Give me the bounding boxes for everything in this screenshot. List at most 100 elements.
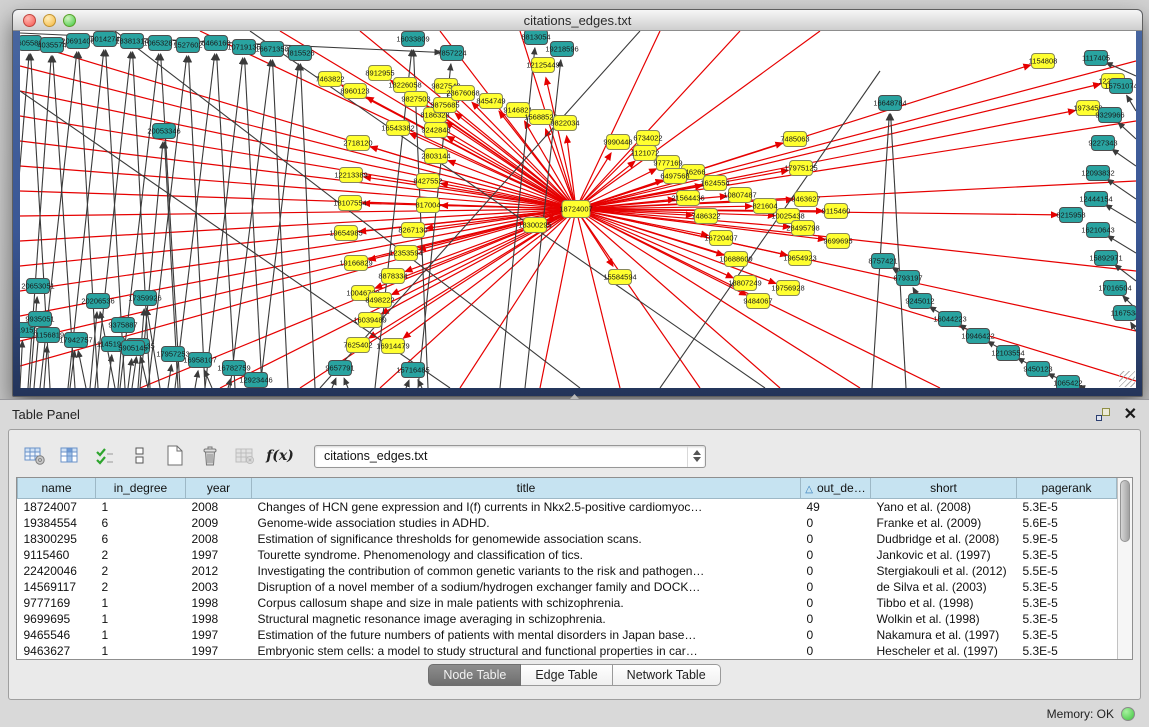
graph-node[interactable]: 7485063: [780, 132, 809, 147]
column-header-pagerank[interactable]: pagerank: [1017, 478, 1117, 498]
table-row[interactable]: 977716911998Corpus callosum shape and si…: [18, 595, 1117, 611]
graph-node[interactable]: 19654985: [329, 226, 362, 241]
graph-node[interactable]: 19756928: [771, 281, 804, 296]
graph-node[interactable]: 16914479: [376, 339, 409, 354]
table-row[interactable]: 1456911722003Disruption of a novel membe…: [18, 579, 1117, 595]
graph-node[interactable]: 5905145: [118, 341, 147, 356]
table-row[interactable]: 911546021997Tourette syndrome. Phenomeno…: [18, 547, 1117, 563]
close-panel-icon[interactable]: ✕: [1124, 408, 1137, 422]
graph-node[interactable]: 8960123: [340, 84, 369, 99]
graph-node[interactable]: 17975125: [784, 161, 817, 176]
table-row[interactable]: 969969511998Structural magnetic resonanc…: [18, 611, 1117, 627]
float-panel-icon[interactable]: [1096, 408, 1110, 421]
table-settings-icon[interactable]: [22, 444, 48, 468]
graph-node[interactable]: 17942757: [59, 333, 92, 348]
graph-node[interactable]: 19166829: [339, 256, 372, 271]
graph-node[interactable]: 1167534: [1111, 306, 1136, 321]
graph-node[interactable]: 9484067: [743, 294, 772, 309]
graph-node[interactable]: 7625402: [343, 338, 372, 353]
column-header-year[interactable]: year: [186, 478, 252, 498]
graph-node[interactable]: 16958107: [183, 353, 216, 368]
table-row[interactable]: 946362711997Embryonic stem cells: a mode…: [18, 643, 1117, 659]
graph-node[interactable]: 8454749: [476, 94, 505, 109]
tab-network-table[interactable]: Network Table: [613, 664, 721, 686]
network-graph[interactable]: 1872400718300295746382289601238912955182…: [20, 31, 1136, 388]
graph-node[interactable]: 8498222: [365, 293, 394, 308]
graph-node[interactable]: 9827503: [401, 92, 430, 107]
close-window-button[interactable]: [23, 14, 36, 27]
graph-node[interactable]: 9375887: [108, 318, 137, 333]
graph-node[interactable]: 16543382: [381, 121, 414, 136]
scrollbar-thumb[interactable]: [1120, 480, 1130, 542]
graph-node[interactable]: 12353594: [389, 246, 422, 261]
function-builder-icon[interactable]: f(x): [267, 444, 293, 468]
graph-node[interactable]: 1117405: [1082, 51, 1110, 66]
graph-node[interactable]: 10807487: [723, 188, 756, 203]
window-titlebar[interactable]: citations_edges.txt: [13, 10, 1142, 31]
graph-node[interactable]: 7463822: [315, 72, 344, 87]
graph-node[interactable]: 16044223: [933, 312, 966, 327]
graph-node[interactable]: 6734022: [633, 131, 662, 146]
graph-node[interactable]: 7815526: [285, 46, 314, 61]
graph-node[interactable]: 28495798: [786, 221, 819, 236]
new-document-icon[interactable]: [162, 444, 188, 468]
memory-status-icon[interactable]: [1121, 707, 1135, 721]
graph-node[interactable]: 9657791: [325, 361, 354, 376]
column-header-title[interactable]: title: [252, 478, 801, 498]
table-row[interactable]: 1938455462009Genome-wide association stu…: [18, 515, 1117, 531]
column-header-out_degree[interactable]: △out_de…: [801, 478, 871, 498]
rows-icon[interactable]: [127, 444, 153, 468]
minimize-window-button[interactable]: [43, 14, 56, 27]
tab-edge-table[interactable]: Edge Table: [521, 664, 612, 686]
graph-node[interactable]: 20053346: [147, 124, 180, 139]
graph-node[interactable]: 18226058: [388, 78, 421, 93]
graph-node[interactable]: 9990448: [603, 135, 632, 150]
graph-node[interactable]: 2803144: [421, 149, 450, 164]
graph-node[interactable]: 20653051: [21, 279, 54, 294]
graph-node[interactable]: 10653287: [143, 36, 176, 51]
select-all-icon[interactable]: [92, 444, 118, 468]
table-scrollbar[interactable]: [1117, 478, 1132, 659]
graph-node[interactable]: 10688609: [719, 252, 752, 267]
graph-node[interactable]: 21564436: [671, 191, 704, 206]
graph-node[interactable]: 8427552: [413, 174, 442, 189]
resize-grip-icon[interactable]: [1119, 371, 1135, 387]
graph-node[interactable]: 9450123: [1023, 362, 1052, 377]
graph-node[interactable]: 1624554: [700, 176, 729, 191]
graph-node[interactable]: 18107554: [333, 196, 366, 211]
graph-node[interactable]: 15892971: [1089, 251, 1122, 266]
column-header-short[interactable]: short: [871, 478, 1017, 498]
graph-node[interactable]: 17359926: [128, 291, 161, 306]
graph-node[interactable]: 19218596: [545, 42, 578, 57]
graph-node[interactable]: 8215958: [1056, 208, 1085, 223]
graph-node[interactable]: 9242848: [421, 123, 450, 138]
graph-node[interactable]: 9115460: [822, 204, 851, 219]
graph-node[interactable]: 16648784: [873, 96, 906, 111]
import-table-icon[interactable]: [232, 444, 258, 468]
graph-node[interactable]: 12093832: [1081, 166, 1114, 181]
graph-node[interactable]: 17016504: [1098, 281, 1131, 296]
graph-node[interactable]: 8757421: [868, 254, 897, 269]
table-row[interactable]: 1872400712008Changes of HCN gene express…: [18, 498, 1117, 515]
graph-node[interactable]: 2718120: [343, 136, 372, 151]
zoom-window-button[interactable]: [63, 14, 76, 27]
graph-node[interactable]: 9227343: [1088, 136, 1117, 151]
graph-node[interactable]: 8878334: [378, 269, 407, 284]
graph-node[interactable]: 16039489: [353, 313, 386, 328]
table-row[interactable]: 2242004622012Investigating the contribut…: [18, 563, 1117, 579]
graph-node[interactable]: 9463627: [791, 192, 820, 207]
graph-node[interactable]: 817004: [415, 198, 440, 213]
graph-node[interactable]: 9245012: [905, 294, 934, 309]
graph-node[interactable]: 9935051: [25, 312, 54, 327]
graph-node[interactable]: 7486322: [691, 209, 720, 224]
graph-node[interactable]: 1154808: [1029, 54, 1058, 69]
graph-node[interactable]: 9822034: [550, 116, 579, 131]
table-row[interactable]: 946554611997Estimation of the future num…: [18, 627, 1117, 643]
graph-node[interactable]: 16210643: [1081, 223, 1114, 238]
graph-node[interactable]: 20206536: [81, 294, 114, 309]
graph-node[interactable]: 8912955: [365, 66, 394, 81]
graph-node[interactable]: 1527602: [173, 38, 202, 53]
graph-node[interactable]: 16033809: [396, 32, 429, 47]
graph-node[interactable]: 15584594: [603, 270, 636, 285]
graph-node[interactable]: 18807249: [728, 276, 761, 291]
